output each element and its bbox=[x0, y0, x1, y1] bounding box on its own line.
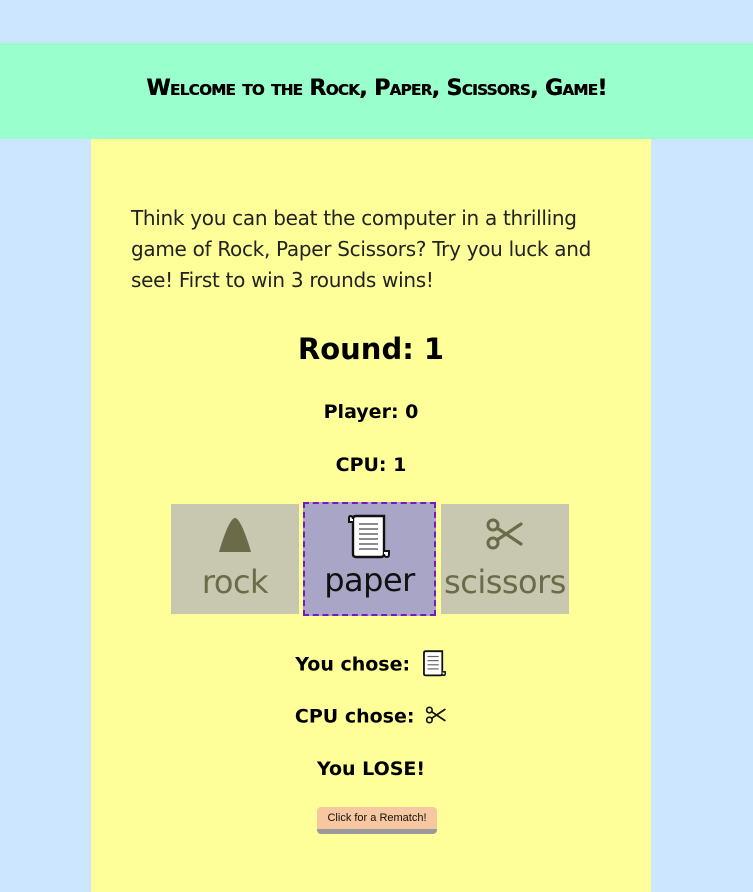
rock-label: rock bbox=[201, 563, 269, 601]
paper-icon bbox=[421, 649, 447, 681]
page-title: Welcome to the Rock, Paper, Scissors, Ga… bbox=[146, 76, 607, 101]
paper-label: paper bbox=[324, 561, 415, 599]
player-score: Player: 0 bbox=[323, 401, 419, 423]
scissors-icon bbox=[441, 516, 569, 556]
intro-text: Think you can beat the computer in a thr… bbox=[131, 206, 591, 292]
rematch-button[interactable]: Click for a Rematch! bbox=[317, 807, 437, 834]
scissors-label: scissors bbox=[444, 563, 566, 601]
cpu-choice-label: CPU chose: bbox=[294, 705, 415, 728]
cpu-score: CPU: 1 bbox=[335, 454, 407, 476]
round-counter: Round: 1 bbox=[297, 332, 445, 366]
scissors-button[interactable]: scissors bbox=[441, 504, 569, 614]
round-result: You LOSE! bbox=[316, 758, 426, 780]
header-banner: Welcome to the Rock, Paper, Scissors, Ga… bbox=[0, 43, 753, 139]
paper-icon bbox=[305, 513, 434, 559]
rock-icon bbox=[171, 516, 299, 556]
game-panel: Think you can beat the computer in a thr… bbox=[91, 139, 651, 892]
player-choice-label: You chose: bbox=[295, 653, 411, 676]
scissors-icon bbox=[425, 705, 447, 729]
paper-button[interactable]: paper bbox=[303, 502, 436, 616]
cpu-choice-line: CPU chose: bbox=[91, 705, 651, 729]
rock-button[interactable]: rock bbox=[171, 504, 299, 614]
player-choice-line: You chose: bbox=[91, 649, 651, 681]
choice-buttons: rock paper scissors bbox=[171, 502, 571, 618]
